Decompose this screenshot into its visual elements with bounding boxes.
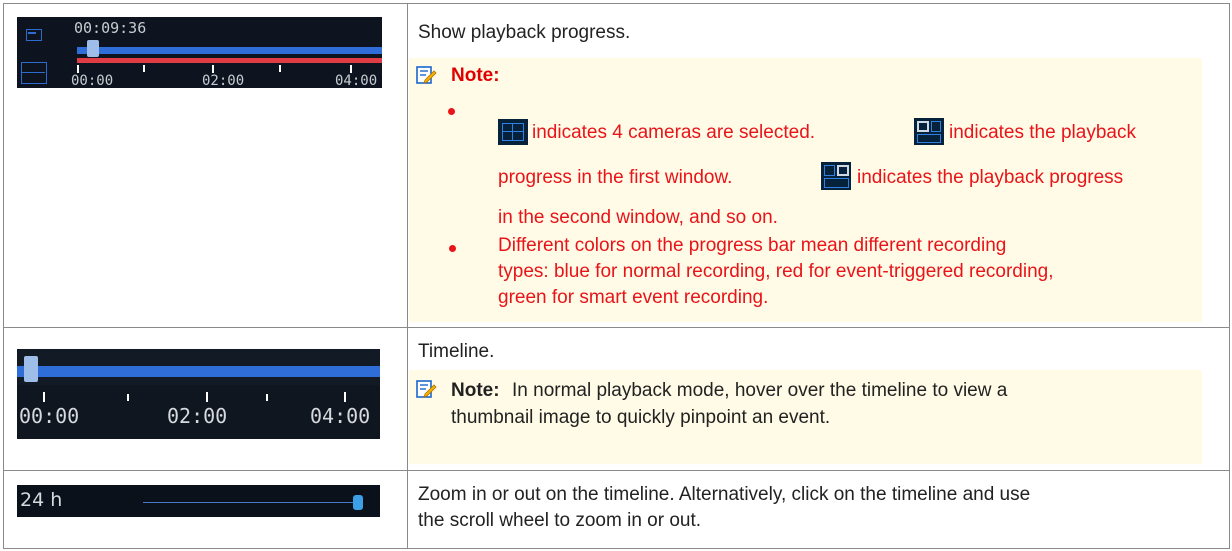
zoom-track <box>143 502 353 503</box>
bullet-marker <box>449 245 456 252</box>
tick-label: 00:00 <box>19 404 80 428</box>
note-text: In normal playback mode, hover over the … <box>512 380 1008 401</box>
row-divider <box>4 327 1229 328</box>
row-divider <box>4 470 1229 471</box>
bullet-marker <box>448 108 455 115</box>
first-window-icon <box>914 118 944 145</box>
current-time-label: 00:09:36 <box>74 19 147 37</box>
note-text: in the second window, and so on. <box>498 207 778 228</box>
tick-label: 00:00 <box>71 73 114 89</box>
row3-description-line: Zoom in or out on the timeline. Alternat… <box>418 484 1031 505</box>
row1-note-box: Note: indicates 4 cameras are selected. … <box>409 58 1202 322</box>
tick-label: 04:00 <box>335 73 378 89</box>
timeline-handle[interactable] <box>24 356 38 382</box>
note-text: thumbnail image to quickly pinpoint an e… <box>451 407 831 428</box>
tick-label: 02:00 <box>167 404 228 428</box>
zoom-label: 24 h <box>20 489 63 511</box>
note-icon <box>416 380 437 398</box>
note-text: indicates 4 cameras are selected. <box>532 122 816 143</box>
second-window-icon <box>821 162 851 190</box>
tick-label: 04:00 <box>310 404 371 428</box>
row1-description: Show playback progress. <box>418 22 631 43</box>
note-icon <box>416 66 437 84</box>
column-divider <box>407 4 408 548</box>
note-text: indicates the playback <box>949 122 1136 143</box>
note-text: progress in the first window. <box>498 167 733 188</box>
note-label: Note: <box>451 380 500 401</box>
playhead-handle[interactable] <box>87 40 99 57</box>
note-label: Note: <box>451 65 500 86</box>
quad-window-icon <box>498 119 528 145</box>
row3-description-line: the scroll wheel to zoom in or out. <box>418 510 702 531</box>
note-text: indicates the playback progress <box>857 167 1124 188</box>
row2-note-box: Note: In normal playback mode, hover ove… <box>409 370 1202 464</box>
timeline-image: 00:00 02:00 04:00 <box>17 349 380 439</box>
timeline-track <box>17 366 380 377</box>
note-text: Different colors on the progress bar mea… <box>498 235 1007 256</box>
feature-table: 00:09:36 00:00 02:00 04:00 Show playback… <box>3 3 1230 549</box>
note-text: types: blue for normal recording, red fo… <box>498 261 1054 282</box>
note-text: green for smart event recording. <box>498 287 769 308</box>
window-2-icon <box>21 62 47 84</box>
red-event-track <box>77 58 382 63</box>
playback-progress-image: 00:09:36 00:00 02:00 04:00 <box>17 17 382 89</box>
row2-description: Timeline. <box>418 341 495 362</box>
window-1-icon <box>26 29 42 41</box>
tick-label: 02:00 <box>202 73 245 89</box>
zoom-slider-image: 24 h <box>17 485 380 517</box>
blue-normal-track <box>77 47 382 54</box>
zoom-handle[interactable] <box>353 495 363 510</box>
